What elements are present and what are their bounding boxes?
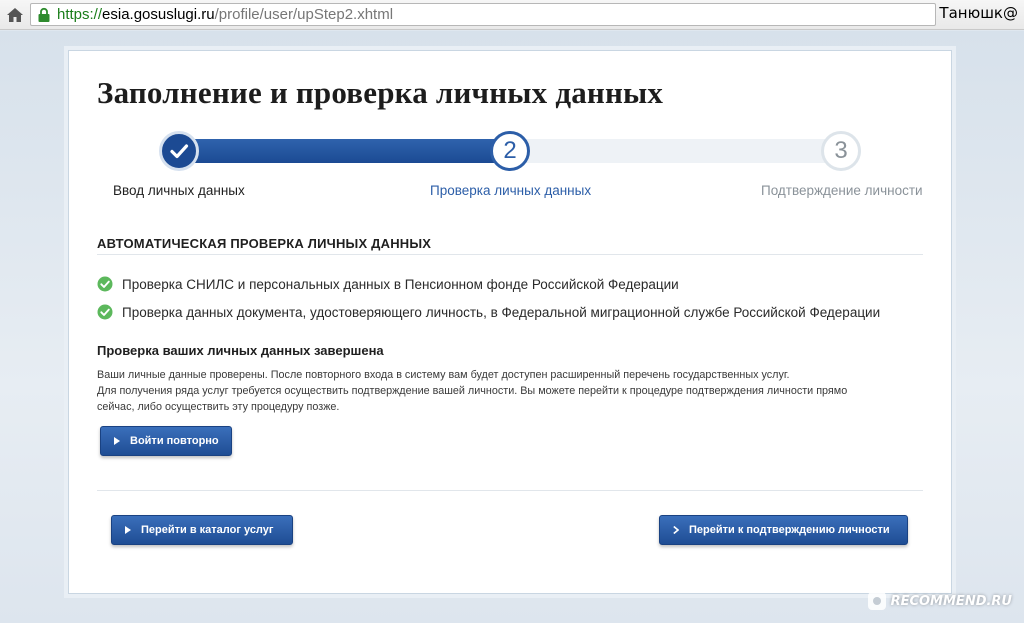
step-3-label: Подтверждение личности (761, 183, 923, 198)
success-check-icon (97, 276, 113, 292)
result-description: Ваши личные данные проверены. После повт… (97, 367, 917, 415)
result-title: Проверка ваших личных данных завершена (97, 343, 384, 358)
watermark-text: RECOMMEND.RU (890, 593, 1012, 609)
lock-icon (38, 7, 50, 22)
main-card: Заполнение и проверка личных данных 2 3 … (68, 50, 952, 594)
login-again-label: Войти повторно (130, 435, 219, 447)
triangle-right-icon (125, 526, 131, 534)
step-1-label: Ввод личных данных (113, 183, 245, 198)
url-path: /profile/user/upStep2.xhtml (214, 6, 394, 23)
section-divider (97, 254, 923, 255)
confirm-identity-label: Перейти к подтверждению личности (689, 524, 890, 536)
footer-divider (97, 490, 923, 491)
result-line: Ваши личные данные проверены. После повт… (97, 369, 790, 381)
success-check-icon (97, 304, 113, 320)
browser-toolbar: https:// esia.gosuslugi.ru /profile/user… (0, 0, 1024, 30)
address-bar[interactable]: https:// esia.gosuslugi.ru /profile/user… (30, 3, 936, 26)
checkmark-icon (170, 144, 189, 159)
check-item-document: Проверка данных документа, удостоверяюще… (97, 304, 880, 320)
browser-user-name[interactable]: Танюшк@ (939, 4, 1018, 22)
page-title: Заполнение и проверка личных данных (97, 75, 664, 110)
url-host: esia.gosuslugi.ru (102, 6, 215, 23)
recommend-logo-icon (867, 592, 886, 610)
result-line: Для получения ряда услуг требуется осуще… (97, 385, 848, 397)
chevron-right-icon (673, 526, 679, 534)
watermark: RECOMMEND.RU (867, 591, 1012, 611)
step-1-indicator (159, 131, 199, 171)
login-again-button[interactable]: Войти повторно (100, 426, 232, 456)
progress-fill (161, 139, 513, 163)
step-3-indicator: 3 (821, 131, 861, 171)
auto-check-title: АВТОМАТИЧЕСКАЯ ПРОВЕРКА ЛИЧНЫХ ДАННЫХ (97, 236, 432, 251)
check-item-snils: Проверка СНИЛС и персональных данных в П… (97, 276, 679, 292)
triangle-right-icon (114, 437, 120, 445)
check-item-text: Проверка данных документа, удостоверяюще… (122, 304, 881, 320)
step-2-indicator: 2 (490, 131, 530, 171)
check-item-text: Проверка СНИЛС и персональных данных в П… (122, 276, 679, 292)
home-icon[interactable] (5, 5, 25, 25)
step-2-label: Проверка личных данных (430, 183, 592, 198)
confirm-identity-button[interactable]: Перейти к подтверждению личности (659, 515, 908, 545)
catalog-button-label: Перейти в каталог услуг (141, 524, 274, 536)
url-scheme: https:// (57, 6, 103, 23)
result-line: сейчас, либо осуществить эту процедуру п… (97, 401, 340, 413)
catalog-button[interactable]: Перейти в каталог услуг (111, 515, 293, 545)
